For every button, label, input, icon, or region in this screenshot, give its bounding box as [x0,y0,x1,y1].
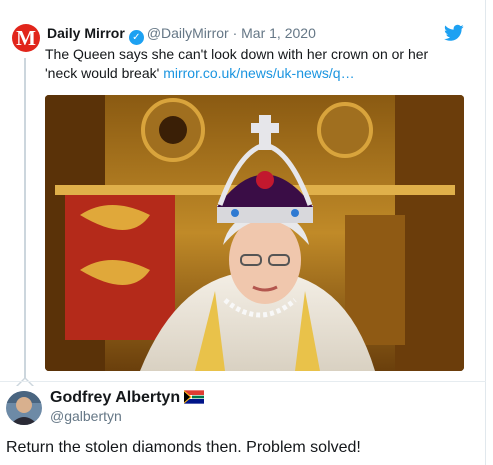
user-avatar[interactable] [6,391,42,425]
quoted-tweet-text: The Queen says she can't look down with … [45,45,455,83]
thread-line [24,58,26,382]
article-link[interactable]: mirror.co.uk/news/uk-news/q… [163,65,354,81]
quoted-tweet-header: Daily Mirror ✓ @DailyMirror · Mar 1, 2020 [47,24,316,45]
reply-author: Godfrey Albertyn [50,388,205,408]
daily-mirror-avatar[interactable]: M [12,24,40,52]
verified-badge-icon: ✓ [128,30,144,45]
author-handle[interactable]: @DailyMirror [147,25,229,41]
twitter-bird-icon[interactable] [444,24,464,42]
divider [0,381,486,382]
south-africa-flag-icon [184,390,205,404]
header-separator: · [232,25,238,41]
queen-photo-illustration [45,95,464,371]
tweet-date[interactable]: Mar 1, 2020 [241,25,316,41]
reply-text: Return the stolen diamonds then. Problem… [6,439,361,456]
reply-author-name[interactable]: Godfrey Albertyn [50,389,180,406]
tweet-photo[interactable] [45,95,464,371]
reply-author-handle[interactable]: @galbertyn [50,407,122,425]
author-name[interactable]: Daily Mirror [47,25,125,41]
tweet-card: M Daily Mirror ✓ @DailyMirror · Mar 1, 202… [0,0,486,465]
